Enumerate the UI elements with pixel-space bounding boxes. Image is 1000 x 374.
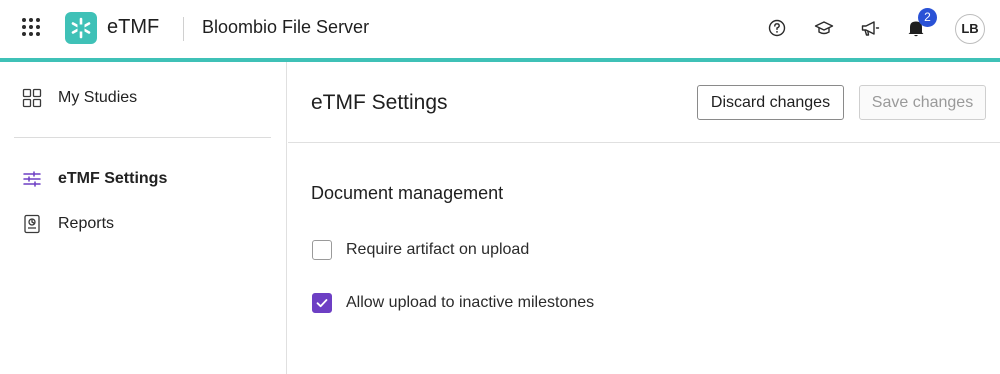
top-bar: eTMF Bloombio File Server 2 LB: [0, 0, 1000, 58]
sliders-icon: [22, 169, 42, 189]
sidebar-item-label: My Studies: [58, 89, 138, 106]
sidebar-item-etmf-settings[interactable]: eTMF Settings: [22, 167, 167, 191]
graduation-cap-icon[interactable]: [814, 18, 834, 38]
user-avatar[interactable]: LB: [955, 14, 985, 44]
apps-grid-icon[interactable]: [22, 18, 42, 38]
allow-inactive-milestones-option[interactable]: Allow upload to inactive milestones: [312, 293, 594, 313]
checkbox-label: Require artifact on upload: [346, 241, 530, 258]
discard-changes-button[interactable]: Discard changes: [697, 85, 844, 120]
sidebar-item-label: eTMF Settings: [58, 170, 168, 187]
checkmark-icon: [316, 299, 328, 308]
header-divider: [183, 17, 184, 41]
sidebar: My Studies eTMF Settings Reports: [0, 62, 287, 374]
save-changes-button[interactable]: Save changes: [859, 85, 986, 120]
etmf-logo[interactable]: [65, 12, 97, 44]
sidebar-divider: [14, 137, 271, 138]
grid-icon: [22, 88, 42, 108]
notification-count-badge: 2: [918, 8, 937, 27]
page-title: eTMF Settings: [311, 91, 448, 114]
main-content: eTMF Settings Discard changes Save chang…: [288, 62, 1000, 374]
header-divider-line: [288, 142, 1000, 143]
require-artifact-checkbox[interactable]: [312, 240, 332, 260]
help-icon[interactable]: [767, 18, 787, 38]
section-title: Document management: [311, 183, 504, 203]
app-name: eTMF: [107, 16, 160, 38]
require-artifact-option[interactable]: Require artifact on upload: [312, 240, 529, 260]
sidebar-item-reports[interactable]: Reports: [22, 212, 114, 236]
megaphone-icon[interactable]: [860, 18, 880, 38]
sidebar-item-my-studies[interactable]: My Studies: [22, 86, 137, 110]
report-icon: [22, 214, 42, 234]
sidebar-item-label: Reports: [58, 215, 115, 232]
server-name: Bloombio File Server: [202, 17, 370, 37]
checkbox-label: Allow upload to inactive milestones: [346, 294, 595, 311]
allow-inactive-milestones-checkbox[interactable]: [312, 293, 332, 313]
